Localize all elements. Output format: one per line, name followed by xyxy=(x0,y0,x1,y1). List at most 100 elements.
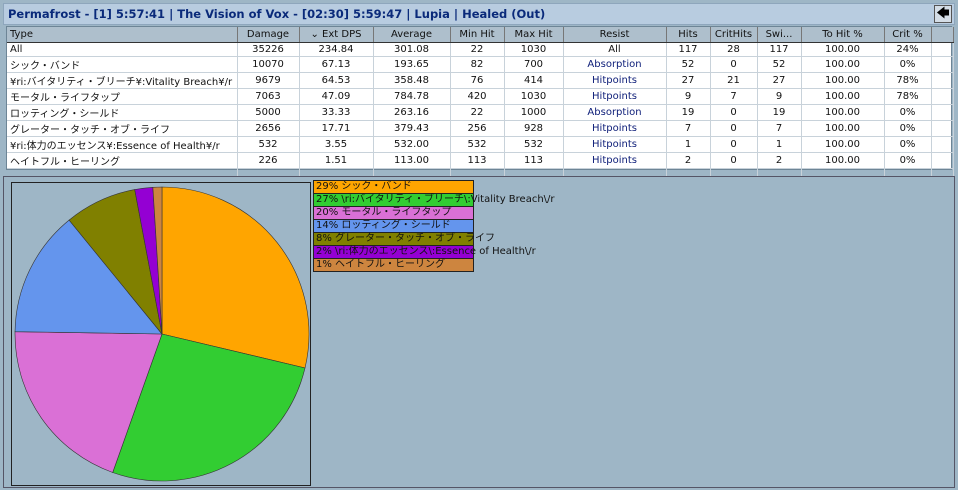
table-cell: 1030 xyxy=(504,88,564,105)
table-row[interactable]: モータル・ライフタップ 7063 47.09 784.78 420 1030 Hitpoin… xyxy=(7,88,954,105)
column-header[interactable]: To Hit % xyxy=(801,27,885,43)
table-cell: 19 xyxy=(666,104,711,121)
pie-chart xyxy=(11,182,311,486)
table-row[interactable]: All 35226 234.84 301.08 22 1030 All 117 28 117 100… xyxy=(7,42,954,57)
column-header[interactable]: Hits xyxy=(666,27,711,43)
column-header[interactable]: CritHits xyxy=(710,27,758,43)
table-cell xyxy=(931,88,954,105)
table-cell: 0% xyxy=(884,152,932,169)
table-cell: 7 xyxy=(710,88,758,105)
table-cell: 532.00 xyxy=(373,136,451,153)
legend-item: 29% シック・バンド xyxy=(313,180,474,194)
table-cell: グレーター・タッチ・オブ・ライフ xyxy=(7,120,238,137)
table-cell: 100.00 xyxy=(801,152,885,169)
table-row[interactable]: ¥ri:体力のエッセンス¥:Essence of Health¥/r 532 3.5… xyxy=(7,136,954,153)
column-header[interactable]: Max Hit xyxy=(504,27,564,43)
table-row[interactable]: グレーター・タッチ・オブ・ライフ 2656 17.71 379.43 256 928 Hit… xyxy=(7,120,954,137)
column-header[interactable]: Swi... xyxy=(757,27,802,43)
table-cell: 2 xyxy=(757,152,802,169)
table-cell: 100.00 xyxy=(801,56,885,73)
table-row[interactable]: ロッティング・シールド 5000 33.33 263.16 22 1000 Absorpti… xyxy=(7,104,954,121)
table-cell: ¥ri:バイタリティ・ブリーチ¥:Vitality Breach¥/r xyxy=(7,72,238,89)
table-cell: 3.55 xyxy=(299,136,374,153)
table-cell: Absorption xyxy=(563,56,667,73)
table-cell: 1 xyxy=(666,136,711,153)
chart-panel: 29% シック・バンド 27% \ri:バイタリティ・ブリーチ\:Vitality… xyxy=(3,176,955,488)
table-cell: 532 xyxy=(504,136,564,153)
title-bar: Permafrost - [1] 5:57:41 | The Vision of… xyxy=(3,3,955,25)
arrow-left-icon: 🡄 xyxy=(936,6,950,21)
table-cell: 19 xyxy=(757,104,802,121)
pie-svg xyxy=(14,186,310,482)
column-header[interactable]: Crit % xyxy=(884,27,932,43)
table-cell: 928 xyxy=(504,120,564,137)
table-cell: Absorption xyxy=(563,104,667,121)
column-header[interactable] xyxy=(931,27,954,43)
table-cell: 52 xyxy=(666,56,711,73)
table-row[interactable]: シック・バンド 10070 67.13 193.65 82 700 Absorption 52… xyxy=(7,56,954,73)
table-cell: Hitpoints xyxy=(563,152,667,169)
table-cell: 17.71 xyxy=(299,120,374,137)
damage-table: Type Damage ⌄ Ext DPS Average Min Hit Max Hit… xyxy=(6,26,954,183)
table-cell: モータル・ライフタップ xyxy=(7,88,238,105)
table-cell: ヘイトフル・ヒーリング xyxy=(7,152,238,169)
table-cell: 193.65 xyxy=(373,56,451,73)
table-cell: ¥ri:体力のエッセンス¥:Essence of Health¥/r xyxy=(7,136,238,153)
table-cell: 117 xyxy=(757,42,802,57)
table-cell: 113 xyxy=(504,152,564,169)
table-cell: 0 xyxy=(710,136,758,153)
table-cell: シック・バンド xyxy=(7,56,238,73)
table-cell: 0 xyxy=(710,152,758,169)
table-cell: 532 xyxy=(450,136,505,153)
table-cell: 532 xyxy=(237,136,300,153)
table-cell: 22 xyxy=(450,42,505,57)
table-cell: 1000 xyxy=(504,104,564,121)
table-cell: 1.51 xyxy=(299,152,374,169)
table-cell: 2656 xyxy=(237,120,300,137)
table-cell: 379.43 xyxy=(373,120,451,137)
chart-legend: 29% シック・バンド 27% \ri:バイタリティ・ブリーチ\:Vitality… xyxy=(313,180,555,272)
table-cell: 100.00 xyxy=(801,120,885,137)
table-cell: 784.78 xyxy=(373,88,451,105)
table-cell: 76 xyxy=(450,72,505,89)
table-cell xyxy=(931,56,954,73)
table-cell: 113.00 xyxy=(373,152,451,169)
table-row[interactable]: ヘイトフル・ヒーリング 226 1.51 113.00 113 113 Hitpoints 2… xyxy=(7,152,954,169)
table-cell: 10070 xyxy=(237,56,300,73)
table-cell: 64.53 xyxy=(299,72,374,89)
table-cell: 226 xyxy=(237,152,300,169)
encounter-title: Permafrost - [1] 5:57:41 | The Vision of… xyxy=(8,7,546,21)
table-row[interactable]: ¥ri:バイタリティ・ブリーチ¥:Vitality Breach¥/r 9679 6… xyxy=(7,72,954,89)
table-cell xyxy=(931,136,954,153)
column-header[interactable]: ⌄ Ext DPS xyxy=(299,27,374,43)
table-cell: 700 xyxy=(504,56,564,73)
table-cell: 78% xyxy=(884,88,932,105)
table-cell: 100.00 xyxy=(801,42,885,57)
table-cell xyxy=(931,104,954,121)
table-cell: 78% xyxy=(884,72,932,89)
table-cell: 7 xyxy=(757,120,802,137)
legend-item: 8% グレーター・タッチ・オブ・ライフ xyxy=(313,232,495,246)
table-cell: 0% xyxy=(884,104,932,121)
table-cell: 27 xyxy=(666,72,711,89)
back-button[interactable]: 🡄 xyxy=(934,5,952,23)
legend-item: 2% \ri:体力のエッセンス\:Essence of Health\/r xyxy=(313,245,536,259)
table-cell: All xyxy=(7,42,238,57)
legend-item: 27% \ri:バイタリティ・ブリーチ\:Vitality Breach\/r xyxy=(313,193,555,207)
legend-item: 14% ロッティング・シールド xyxy=(313,219,474,233)
column-header[interactable]: Resist xyxy=(563,27,667,43)
table-cell: 0% xyxy=(884,136,932,153)
table-cell: Hitpoints xyxy=(563,136,667,153)
table-cell xyxy=(931,120,954,137)
table-cell: 100.00 xyxy=(801,104,885,121)
table-cell: 0 xyxy=(710,56,758,73)
table-cell: 256 xyxy=(450,120,505,137)
column-header[interactable]: Type xyxy=(7,27,238,43)
column-header[interactable]: Damage xyxy=(237,27,300,43)
table-cell xyxy=(931,72,954,89)
table-cell: 22 xyxy=(450,104,505,121)
table-cell: 82 xyxy=(450,56,505,73)
table-cell: 7063 xyxy=(237,88,300,105)
column-header[interactable]: Average xyxy=(373,27,451,43)
column-header[interactable]: Min Hit xyxy=(450,27,505,43)
